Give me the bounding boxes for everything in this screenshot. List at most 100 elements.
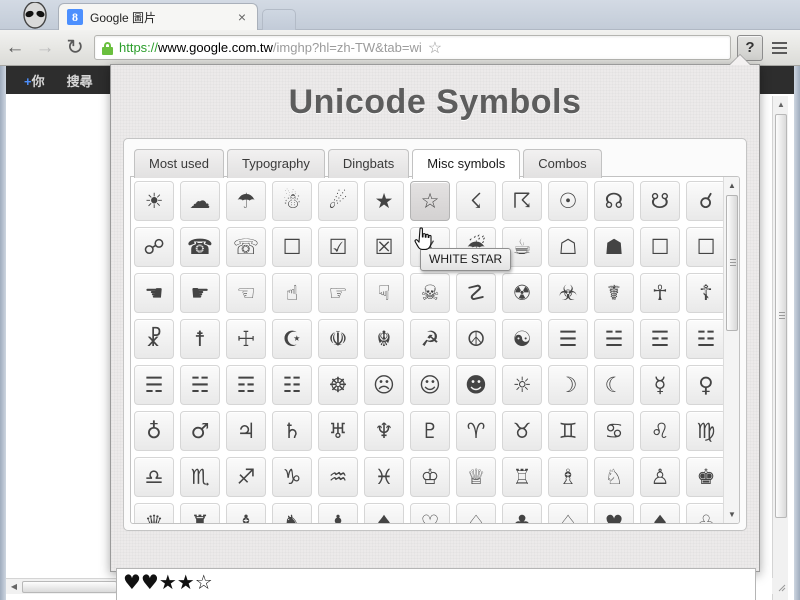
symbol-cell[interactable]: ☚ <box>134 273 174 313</box>
symbol-cell[interactable]: ☩ <box>226 319 266 359</box>
symbol-cell[interactable]: ☪ <box>272 319 312 359</box>
symbol-cell[interactable]: ☶ <box>226 365 266 405</box>
symbol-cell[interactable]: ♀ <box>686 365 726 405</box>
symbol-tab-typography[interactable]: Typography <box>226 149 325 178</box>
symbol-cell[interactable]: ☑ <box>318 227 358 267</box>
symbol-cell[interactable]: ♟ <box>318 503 358 523</box>
symbol-cell[interactable]: ☾ <box>594 365 634 405</box>
symbol-grid-scrollbar[interactable]: ▲ ▼ <box>723 177 739 523</box>
symbol-cell[interactable]: ☥ <box>640 273 680 313</box>
symbol-cell[interactable]: ☋ <box>640 181 680 221</box>
symbol-cell[interactable]: ☐ <box>272 227 312 267</box>
symbol-cell[interactable]: ♕ <box>456 457 496 497</box>
symbol-cell[interactable]: ♆ <box>364 411 404 451</box>
symbol-cell[interactable]: ☯ <box>502 319 542 359</box>
symbol-cell[interactable]: ♗ <box>548 457 588 497</box>
symbol-cell[interactable]: ☷ <box>272 365 312 405</box>
symbol-cell[interactable]: ♒ <box>318 457 358 497</box>
page-hscroll-thumb[interactable] <box>22 580 117 593</box>
symbol-cell[interactable]: ♎ <box>134 457 174 497</box>
symbol-cell[interactable]: ☦ <box>686 273 726 313</box>
symbol-cell[interactable]: ☵ <box>180 365 220 405</box>
browser-tab-google-images[interactable]: 8 Google 圖片 × <box>58 3 258 30</box>
symbol-cell[interactable]: ♣ <box>502 503 542 523</box>
symbol-cell[interactable]: ☉ <box>548 181 588 221</box>
symbol-cell[interactable]: ♤ <box>548 503 588 523</box>
symbol-cell[interactable]: ♁ <box>134 411 174 451</box>
symbol-cell[interactable]: ♇ <box>410 411 450 451</box>
scroll-down-icon[interactable]: ▼ <box>724 506 739 523</box>
symbol-cell[interactable]: ♡ <box>410 503 450 523</box>
symbol-cell[interactable]: ☡ <box>456 273 496 313</box>
symbol-cell[interactable]: ☊ <box>594 181 634 221</box>
symbol-cell[interactable]: ☢ <box>502 273 542 313</box>
symbol-cell[interactable]: ☇ <box>456 181 496 221</box>
symbol-cell[interactable]: ☈ <box>502 181 542 221</box>
symbol-cell[interactable]: ♚ <box>686 457 726 497</box>
symbol-cell[interactable]: ☭ <box>410 319 450 359</box>
scroll-left-icon[interactable]: ◀ <box>6 582 22 591</box>
symbol-cell[interactable]: ♄ <box>272 411 312 451</box>
symbol-cell[interactable]: ☨ <box>180 319 220 359</box>
symbol-cell[interactable]: ♑ <box>272 457 312 497</box>
symbol-cell[interactable]: ☐ <box>640 227 680 267</box>
address-bar[interactable]: https://www.google.com.tw/imghp?hl=zh-TW… <box>94 35 731 60</box>
symbol-cell[interactable]: ♐ <box>226 457 266 497</box>
symbol-cell[interactable]: ☛ <box>180 273 220 313</box>
scroll-up-icon[interactable]: ▲ <box>773 96 789 113</box>
symbol-cell[interactable]: ☻ <box>456 365 496 405</box>
symbol-cell[interactable]: ☝ <box>272 273 312 313</box>
symbol-cell[interactable]: ♦ <box>640 503 680 523</box>
symbol-cell[interactable]: ☺ <box>410 365 450 405</box>
symbol-cell[interactable]: ♅ <box>318 411 358 451</box>
symbol-cell[interactable]: ☤ <box>594 273 634 313</box>
close-icon[interactable]: × <box>235 10 249 24</box>
symbol-cell[interactable]: ☖ <box>548 227 588 267</box>
symbol-cell[interactable]: ♈ <box>456 411 496 451</box>
symbol-cell[interactable]: ♊ <box>548 411 588 451</box>
symbol-cell[interactable]: ☽ <box>548 365 588 405</box>
symbol-cell[interactable]: ♠ <box>364 503 404 523</box>
resize-grip-icon[interactable] <box>778 584 786 592</box>
symbol-grid-scroll-thumb[interactable] <box>726 195 738 331</box>
symbol-cell[interactable]: ♝ <box>226 503 266 523</box>
symbol-cell[interactable]: ☍ <box>134 227 174 267</box>
bookmark-star-icon[interactable]: ☆ <box>422 38 448 58</box>
symbol-cell[interactable]: ☠ <box>410 273 450 313</box>
symbol-cell[interactable]: ☒ <box>364 227 404 267</box>
page-scroll-thumb[interactable] <box>775 114 787 518</box>
symbol-tab-most-used[interactable]: Most used <box>134 149 224 178</box>
symbol-cell[interactable]: ☄ <box>318 181 358 221</box>
symbol-cell[interactable]: ☲ <box>640 319 680 359</box>
symbol-cell[interactable]: ♖ <box>502 457 542 497</box>
symbol-cell[interactable]: ☌ <box>686 181 726 221</box>
symbol-cell[interactable]: ☧ <box>134 319 174 359</box>
symbol-cell[interactable]: ☼ <box>502 365 542 405</box>
symbol-cell[interactable]: ☮ <box>456 319 496 359</box>
forward-icon[interactable]: → <box>30 37 60 59</box>
symbol-cell[interactable]: ☰ <box>548 319 588 359</box>
symbol-cell[interactable]: ☆ <box>410 181 450 221</box>
symbol-cell[interactable]: ♙ <box>640 457 680 497</box>
symbol-tab-dingbats[interactable]: Dingbats <box>327 149 410 178</box>
reload-icon[interactable]: ↻ <box>60 35 90 60</box>
symbol-cell[interactable]: ☃ <box>272 181 312 221</box>
symbol-cell[interactable]: ☏ <box>226 227 266 267</box>
new-tab-button[interactable] <box>262 9 296 30</box>
gbar-item-search[interactable]: 搜尋 <box>67 71 93 90</box>
symbol-cell[interactable]: ★ <box>364 181 404 221</box>
symbol-cell[interactable]: ☀ <box>134 181 174 221</box>
symbol-cell[interactable]: ☴ <box>134 365 174 405</box>
page-vertical-scrollbar[interactable]: ▲ ▼ <box>772 96 788 600</box>
symbol-cell[interactable]: ♛ <box>134 503 174 523</box>
symbol-cell[interactable]: ☸ <box>318 365 358 405</box>
symbol-cell[interactable]: ☱ <box>594 319 634 359</box>
scroll-up-icon[interactable]: ▲ <box>724 177 739 194</box>
symbol-cell[interactable]: ☂ <box>226 181 266 221</box>
symbol-cell[interactable]: ♜ <box>180 503 220 523</box>
symbol-cell[interactable]: ☹ <box>364 365 404 405</box>
symbol-cell[interactable]: ☎ <box>180 227 220 267</box>
symbol-cell[interactable]: ☁ <box>180 181 220 221</box>
symbol-cell[interactable]: ☟ <box>364 273 404 313</box>
symbol-cell[interactable]: ♃ <box>226 411 266 451</box>
